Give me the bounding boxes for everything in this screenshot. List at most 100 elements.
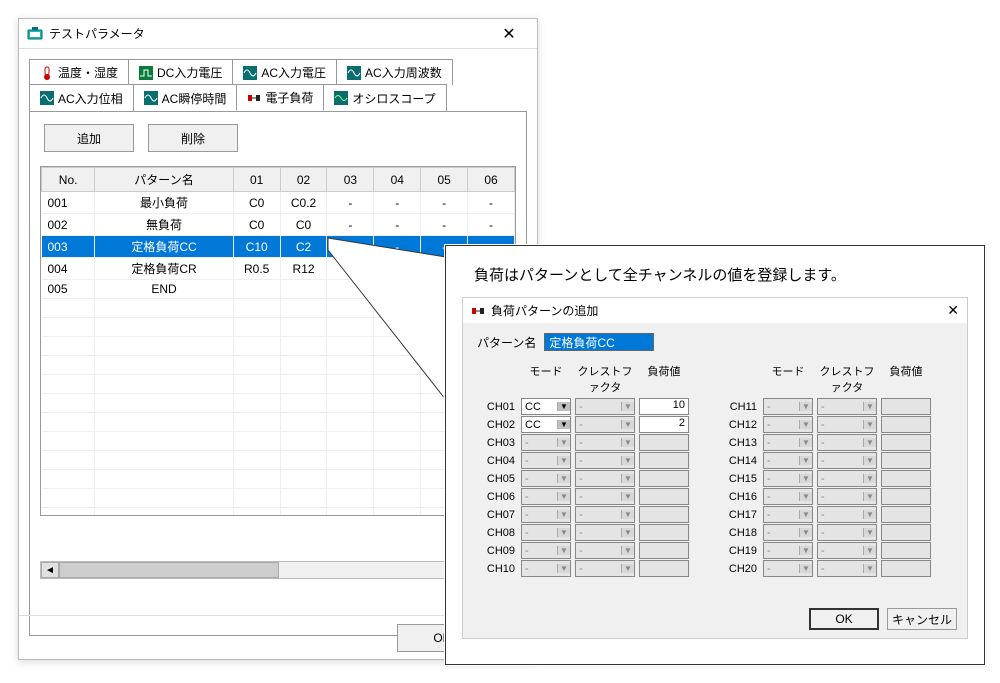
delete-button[interactable]: 削除 [148, 124, 238, 152]
crestfactor-select[interactable]: -▼ [575, 488, 635, 505]
tab-1-1[interactable]: DC入力電圧 [128, 59, 233, 85]
mode-select[interactable]: -▼ [763, 542, 813, 559]
crestfactor-select[interactable]: -▼ [817, 434, 877, 451]
mode-select[interactable]: -▼ [521, 452, 571, 469]
chevron-down-icon: ▼ [557, 510, 570, 519]
mode-select[interactable]: -▼ [763, 560, 813, 577]
chevron-down-icon: ▼ [557, 528, 570, 537]
cell-no: 001 [42, 192, 95, 214]
crestfactor-select[interactable]: -▼ [817, 398, 877, 415]
chevron-down-icon: ▼ [557, 438, 570, 447]
mode-select[interactable]: CC▼ [521, 416, 571, 433]
sub-dialog-buttons: OK キャンセル [463, 604, 967, 638]
tab-2-1[interactable]: AC瞬停時間 [133, 84, 238, 111]
crestfactor-select[interactable]: -▼ [817, 524, 877, 541]
channel-row: CH05-▼-▼ [477, 470, 689, 487]
mode-select[interactable]: -▼ [763, 452, 813, 469]
cell-name: END [95, 280, 233, 299]
channel-row: CH15-▼-▼ [719, 470, 931, 487]
tab-1-3[interactable]: AC入力周波数 [336, 59, 453, 85]
load-value-input[interactable]: 10 [639, 398, 689, 415]
mode-select[interactable]: -▼ [763, 488, 813, 505]
mode-select[interactable]: -▼ [763, 524, 813, 541]
cell-val: - [327, 214, 374, 236]
load-value-input [881, 506, 931, 523]
mode-select[interactable]: -▼ [763, 398, 813, 415]
add-button[interactable]: 追加 [44, 124, 134, 152]
table-row[interactable]: 004定格負荷CRR0.5R12---- [42, 258, 515, 280]
scroll-thumb[interactable] [59, 562, 279, 578]
table-row[interactable]: 003定格負荷CCC10C2---- [42, 236, 515, 258]
cell-val: - [374, 236, 421, 258]
crestfactor-select[interactable]: -▼ [575, 506, 635, 523]
channel-row: CH20-▼-▼ [719, 560, 931, 577]
col-header[interactable]: 02 [280, 168, 327, 192]
tab-1-2[interactable]: AC入力電圧 [232, 59, 337, 85]
crestfactor-select[interactable]: -▼ [817, 416, 877, 433]
table-row[interactable]: 001最小負荷C0C0.2---- [42, 192, 515, 214]
sub-cancel-button[interactable]: キャンセル [887, 608, 957, 630]
mode-select[interactable]: -▼ [521, 506, 571, 523]
table-row[interactable]: 005END [42, 280, 515, 299]
col-header[interactable]: パターン名 [95, 168, 233, 192]
tab-2-3[interactable]: オシロスコープ [323, 84, 446, 111]
channel-row: CH11 -▼-▼ [719, 398, 931, 415]
close-button[interactable]: ✕ [489, 24, 529, 44]
cell-val [280, 280, 327, 299]
crestfactor-select[interactable]: -▼ [817, 542, 877, 559]
col-header[interactable]: 04 [374, 168, 421, 192]
mode-select[interactable]: -▼ [521, 524, 571, 541]
col-header[interactable]: 05 [421, 168, 468, 192]
channel-row: CH12-▼-▼ [719, 416, 931, 433]
col-header[interactable]: No. [42, 168, 95, 192]
channel-label: CH11 [719, 401, 759, 413]
cell-val: - [327, 258, 374, 280]
crestfactor-select[interactable]: -▼ [575, 452, 635, 469]
mode-select[interactable]: -▼ [521, 470, 571, 487]
tab-1-0[interactable]: 温度・湿度 [29, 59, 129, 85]
crestfactor-select[interactable]: -▼ [575, 416, 635, 433]
crestfactor-select[interactable]: -▼ [575, 398, 635, 415]
cell-name: 最小負荷 [95, 192, 233, 214]
crestfactor-select[interactable]: -▼ [817, 488, 877, 505]
cell-val: - [374, 258, 421, 280]
col-header[interactable]: 03 [327, 168, 374, 192]
sub-close-button[interactable]: ✕ [947, 302, 959, 319]
mode-select[interactable]: -▼ [521, 434, 571, 451]
scroll-left-button[interactable]: ◄ [41, 562, 59, 578]
sub-ok-button[interactable]: OK [809, 608, 879, 630]
crestfactor-select[interactable]: -▼ [575, 542, 635, 559]
scope-icon [334, 91, 348, 105]
pattern-name-input[interactable] [544, 333, 654, 351]
load-value-input[interactable]: 2 [639, 416, 689, 433]
mode-select[interactable]: -▼ [763, 506, 813, 523]
col-header[interactable]: 01 [233, 168, 280, 192]
chevron-down-icon: ▼ [557, 420, 570, 429]
mode-select[interactable]: CC▼ [521, 398, 571, 415]
header-cf: クレストファクタ [575, 363, 635, 395]
tab-2-2[interactable]: 電子負荷 [236, 84, 324, 111]
table-row[interactable]: 002無負荷C0C0---- [42, 214, 515, 236]
mode-select[interactable]: -▼ [521, 542, 571, 559]
mode-select[interactable]: -▼ [763, 470, 813, 487]
window-title: テストパラメータ [49, 25, 489, 42]
mode-select[interactable]: -▼ [521, 488, 571, 505]
crestfactor-select[interactable]: -▼ [575, 434, 635, 451]
tab-2-0[interactable]: AC入力位相 [29, 84, 134, 111]
crestfactor-select[interactable]: -▼ [817, 470, 877, 487]
col-header[interactable]: 06 [468, 168, 515, 192]
channel-label: CH16 [719, 491, 759, 503]
channel-row: CH18-▼-▼ [719, 524, 931, 541]
crestfactor-select[interactable]: -▼ [575, 470, 635, 487]
crestfactor-select[interactable]: -▼ [817, 506, 877, 523]
crestfactor-select[interactable]: -▼ [817, 452, 877, 469]
chevron-down-icon: ▼ [863, 510, 876, 519]
crestfactor-select[interactable]: -▼ [575, 560, 635, 577]
chevron-down-icon: ▼ [863, 402, 876, 411]
mode-select[interactable]: -▼ [763, 416, 813, 433]
mode-select[interactable]: -▼ [763, 434, 813, 451]
crestfactor-select[interactable]: -▼ [817, 560, 877, 577]
chevron-down-icon: ▼ [799, 510, 812, 519]
crestfactor-select[interactable]: -▼ [575, 524, 635, 541]
mode-select[interactable]: -▼ [521, 560, 571, 577]
